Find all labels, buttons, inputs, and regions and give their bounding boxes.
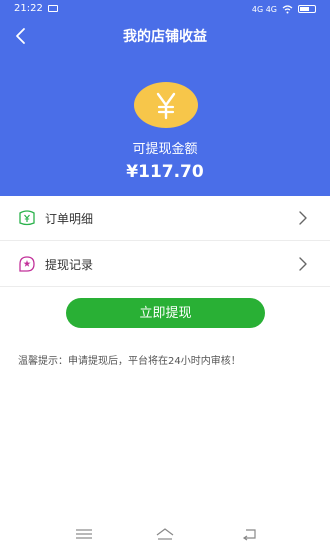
system-nav-bar bbox=[0, 520, 330, 550]
tip-text: 温馨提示：申请提现后，平台将在24小时内审核！ bbox=[18, 356, 241, 367]
chevron-right-icon bbox=[299, 257, 307, 271]
screen: 21:22 4G 4G 我的店铺收益 可提现金额 ¥117.70 订单明细 提现… bbox=[0, 0, 330, 550]
signal-text: 4G 4G bbox=[251, 4, 277, 14]
record-star-icon bbox=[19, 256, 35, 272]
withdraw-records-label: 提现记录 bbox=[45, 258, 94, 272]
withdraw-now-button[interactable]: 立即提现 bbox=[66, 298, 265, 328]
menu-icon[interactable] bbox=[74, 526, 94, 542]
home-icon[interactable] bbox=[155, 526, 175, 542]
withdraw-records-row[interactable]: 提现记录 bbox=[0, 242, 330, 287]
page-title: 我的店铺收益 bbox=[123, 29, 207, 45]
message-icon bbox=[48, 5, 58, 12]
order-details-row[interactable]: 订单明细 bbox=[0, 196, 330, 241]
wifi-icon bbox=[282, 4, 293, 13]
battery-icon bbox=[298, 5, 316, 13]
status-indicators: 4G 4G bbox=[252, 3, 316, 15]
coin-icon bbox=[134, 82, 198, 128]
back-nav-icon[interactable] bbox=[240, 526, 260, 542]
status-time: 21:22 bbox=[14, 3, 43, 14]
withdrawable-amount-value: ¥117.70 bbox=[126, 162, 204, 182]
header-panel: 21:22 4G 4G 我的店铺收益 可提现金额 ¥117.70 bbox=[0, 0, 330, 196]
chevron-right-icon bbox=[299, 211, 307, 225]
order-details-label: 订单明细 bbox=[45, 212, 94, 226]
withdrawable-amount-label: 可提现金额 bbox=[132, 142, 198, 157]
status-bar: 21:22 4G 4G bbox=[0, 0, 330, 18]
yen-wallet-icon bbox=[19, 210, 35, 226]
